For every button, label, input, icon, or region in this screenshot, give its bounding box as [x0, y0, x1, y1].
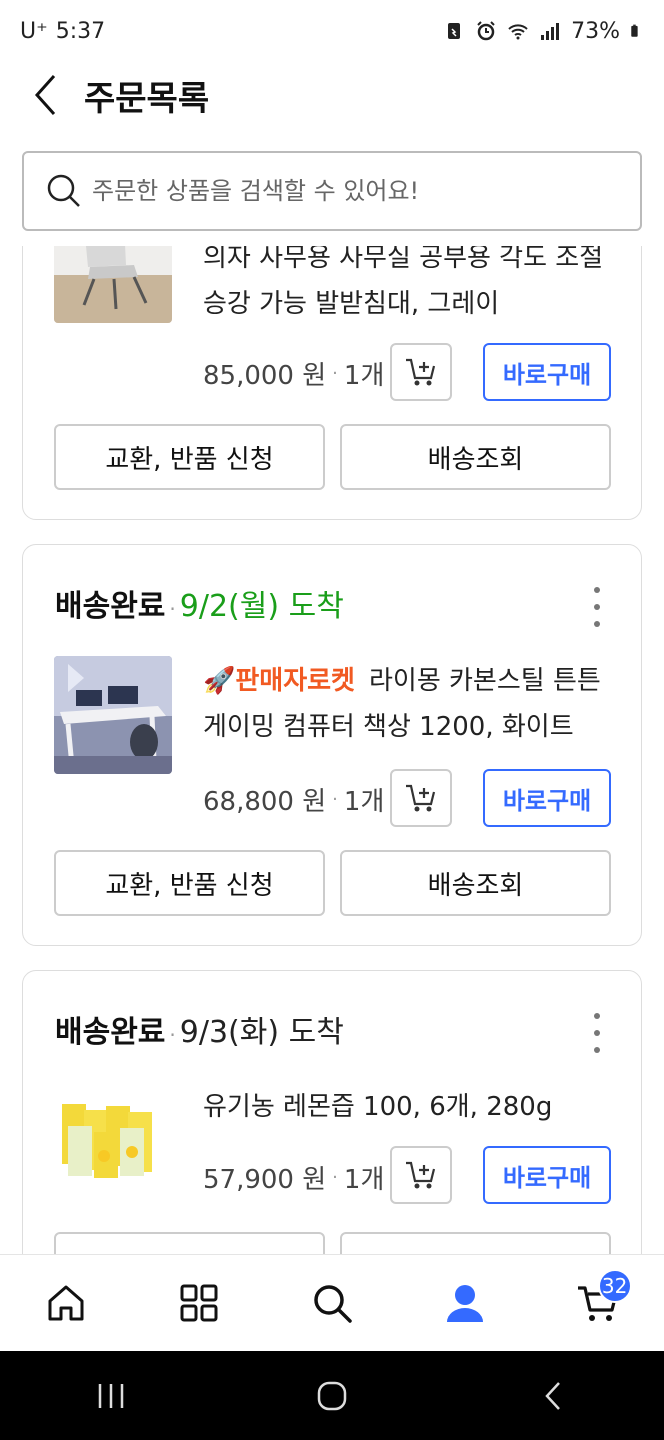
- bottom-nav: 32: [0, 1254, 664, 1351]
- dot: [594, 604, 600, 610]
- carrier-label: U⁺: [20, 18, 48, 44]
- product-name[interactable]: 의자 사무용 사무실 공부용 각도 조절 승강 가능 발받침대, 그레이: [203, 246, 613, 327]
- home-circle-icon: [317, 1381, 347, 1410]
- alarm-icon: [477, 21, 495, 41]
- delivery-status: 배송완료: [55, 1015, 166, 1050]
- clock: 5:37: [55, 18, 106, 44]
- separator-dot: ·: [332, 789, 338, 810]
- nav-my-account[interactable]: [425, 1263, 505, 1343]
- cart-plus-icon: [406, 784, 436, 812]
- buy-now-button[interactable]: 바로구매: [483, 343, 611, 401]
- recent-apps-icon: [98, 1383, 123, 1408]
- nav-cart[interactable]: 32: [558, 1263, 638, 1343]
- add-to-cart-button[interactable]: [390, 769, 452, 827]
- page-title: 주문목록: [84, 78, 210, 119]
- chevron-left-icon: [34, 74, 56, 116]
- buy-now-button[interactable]: 바로구매: [483, 769, 611, 827]
- exchange-return-button[interactable]: 교환, 반품 신청: [54, 850, 325, 916]
- search-icon: [314, 1285, 352, 1323]
- product-name[interactable]: 유기농 레몬즙 100, 6개, 280g: [203, 1084, 613, 1130]
- dot: [594, 621, 600, 627]
- back-button[interactable]: [16, 65, 76, 125]
- more-options-button[interactable]: [593, 1013, 601, 1053]
- product-name[interactable]: 🚀판매자로켓 라이몽 카본스틸 튼튼 게이밍 컴퓨터 책상 1200, 화이트: [203, 658, 613, 750]
- home-button[interactable]: [292, 1356, 372, 1436]
- price-row: 57,900 원 · 1개: [203, 1159, 384, 1196]
- arrival-date: 9/2(월) 도착: [179, 589, 344, 624]
- search-bar[interactable]: [22, 151, 642, 231]
- status-bar: U⁺ 5:37 73%: [0, 0, 664, 62]
- battery-percent: 73%: [571, 18, 620, 44]
- quantity: 1개: [343, 787, 385, 817]
- price-row: 85,000 원 · 1개: [203, 355, 384, 392]
- chair-picture: [54, 246, 172, 323]
- add-to-cart-button[interactable]: [390, 343, 452, 401]
- dot: [594, 1013, 600, 1019]
- quantity: 1개: [343, 361, 385, 391]
- status-right: 73%: [443, 19, 644, 44]
- separator-dot: ·: [169, 597, 176, 621]
- price: 85,000 원: [203, 361, 327, 391]
- app-header: 주문목록: [0, 62, 664, 128]
- exchange-return-button[interactable]: 교환, 반품 신청: [54, 424, 325, 490]
- more-options-button[interactable]: [593, 587, 601, 627]
- rocket-icon: 🚀: [203, 666, 236, 696]
- track-delivery-button[interactable]: 배송조회: [340, 1232, 611, 1254]
- system-back-button[interactable]: [513, 1356, 593, 1436]
- cart-count-badge: 32: [597, 1269, 632, 1303]
- nav-category[interactable]: [159, 1263, 239, 1343]
- exchange-return-button[interactable]: 교환, 반품 신청: [54, 1232, 325, 1254]
- cart-plus-icon: [406, 1161, 436, 1189]
- seller-rocket-label: 판매자로켓: [235, 666, 355, 696]
- separator-dot: ·: [169, 1023, 176, 1047]
- back-arrow-icon: [545, 1381, 561, 1410]
- recent-apps-button[interactable]: [71, 1356, 151, 1436]
- track-delivery-button[interactable]: 배송조회: [340, 850, 611, 916]
- search-icon: [47, 174, 80, 207]
- my-account-icon: [446, 1285, 483, 1322]
- nav-home[interactable]: [26, 1263, 106, 1343]
- battery-icon: [631, 24, 638, 37]
- cart-plus-icon: [406, 358, 436, 386]
- nav-search[interactable]: [292, 1263, 372, 1343]
- price: 57,900 원: [203, 1165, 327, 1195]
- order-card: 의자 사무용 사무실 공부용 각도 조절 승강 가능 발받침대, 그레이 85,…: [22, 246, 642, 520]
- order-header: 배송완료 · 9/2(월) 도착: [55, 581, 344, 625]
- price: 68,800 원: [203, 787, 327, 817]
- separator-dot: ·: [332, 363, 338, 384]
- quantity: 1개: [343, 1165, 385, 1195]
- separator-dot: ·: [332, 1167, 338, 1188]
- add-to-cart-button[interactable]: [390, 1146, 452, 1204]
- seller-rocket-badge: 🚀판매자로켓: [203, 666, 355, 696]
- dot: [594, 1030, 600, 1036]
- delivery-status: 배송완료: [55, 589, 166, 624]
- order-header: 배송완료 · 9/3(화) 도착: [55, 1007, 344, 1051]
- order-list[interactable]: 의자 사무용 사무실 공부용 각도 조절 승강 가능 발받침대, 그레이 85,…: [0, 246, 664, 1254]
- status-left: U⁺ 5:37: [20, 19, 105, 44]
- search-input[interactable]: [92, 177, 612, 205]
- product-image-chair[interactable]: [54, 246, 172, 323]
- category-icon: [180, 1284, 218, 1322]
- track-delivery-button[interactable]: 배송조회: [340, 424, 611, 490]
- nfc-icon: [448, 23, 461, 39]
- home-icon: [48, 1285, 84, 1321]
- buy-now-button[interactable]: 바로구매: [483, 1146, 611, 1204]
- signal-icon: [541, 23, 560, 40]
- product-image-lemon-juice[interactable]: [54, 1082, 172, 1200]
- lemon-juice-picture: [54, 1082, 172, 1200]
- dot: [594, 587, 600, 593]
- desk-picture: [54, 656, 172, 774]
- dot: [594, 1047, 600, 1053]
- order-card: 배송완료 · 9/2(월) 도착 🚀판매자로켓 라이몽 카본스틸 튼튼 게이밍 …: [22, 544, 642, 946]
- system-nav: [0, 1351, 664, 1440]
- wifi-icon: [508, 24, 528, 40]
- price-row: 68,800 원 · 1개: [203, 781, 384, 818]
- product-image-desk[interactable]: [54, 656, 172, 774]
- order-card: 배송완료 · 9/3(화) 도착 유기농 레몬즙 100, 6개, 280g 5…: [22, 970, 642, 1254]
- arrival-date: 9/3(화) 도착: [179, 1015, 344, 1050]
